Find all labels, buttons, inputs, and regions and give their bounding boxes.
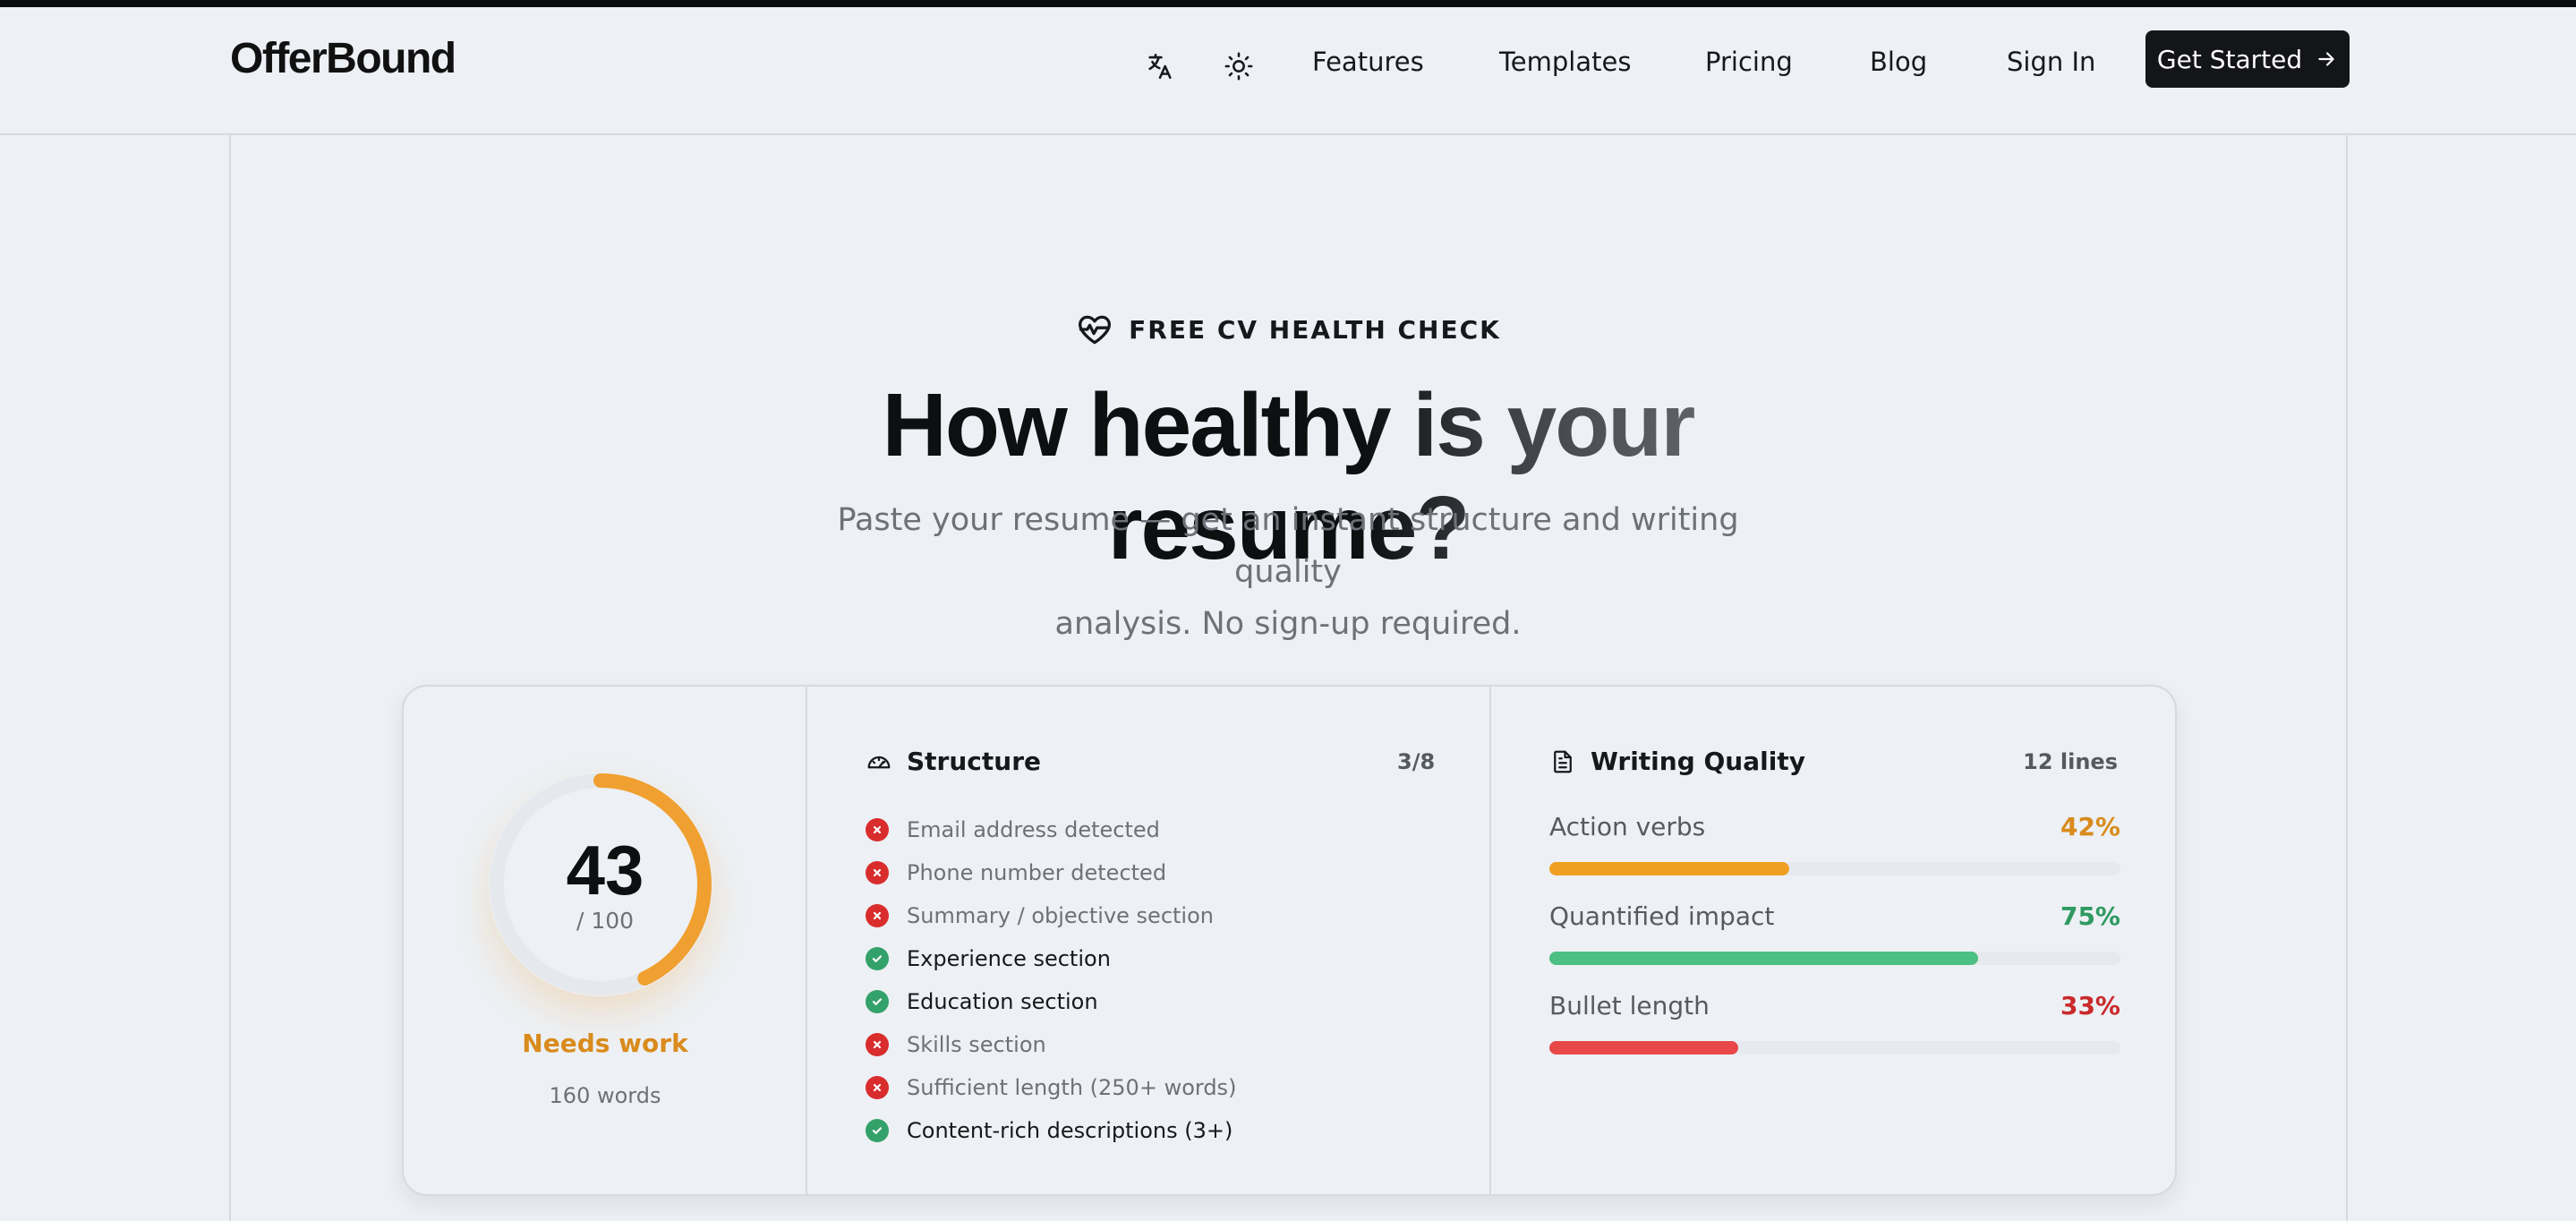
check-icon: [866, 1119, 889, 1142]
structure-check-item: Experience section: [866, 937, 1236, 980]
metric-value: 33%: [2060, 991, 2120, 1020]
metric-value: 42%: [2060, 812, 2120, 841]
hero-subtitle-line2: analysis. No sign-up required.: [1054, 606, 1522, 642]
structure-title: Structure: [907, 747, 1042, 776]
x-icon: [866, 904, 889, 927]
structure-check-label: Skills section: [907, 1032, 1046, 1057]
structure-check-label: Sufficient length (250+ words): [907, 1075, 1237, 1100]
hero-eyebrow: FREE CV HEALTH CHECK: [0, 310, 2576, 349]
structure-checklist: Email address detected Phone number detec…: [866, 808, 1236, 1152]
structure-check-item: Skills section: [866, 1023, 1236, 1066]
column-divider: [1489, 687, 1491, 1194]
arrow-right-icon: [2318, 52, 2334, 66]
metric-fill: [1549, 952, 1978, 965]
cv-health-card: 43 / 100 Needs work 160 words Structure …: [402, 685, 2177, 1196]
get-started-label: Get Started: [2156, 44, 2303, 74]
nav-blog[interactable]: Blog: [1870, 47, 1927, 77]
structure-check-label: Experience section: [907, 946, 1111, 971]
structure-check-label: Content-rich descriptions (3+): [907, 1118, 1233, 1143]
score-value: 43: [566, 831, 644, 909]
structure-check-item: Phone number detected: [866, 851, 1236, 894]
check-icon: [866, 990, 889, 1013]
metric-track: [1549, 862, 2120, 875]
structure-check-item: Summary / objective section: [866, 894, 1236, 937]
site-header: OfferBound Features Templates Pricing Bl…: [0, 7, 2576, 135]
structure-check-item: Education section: [866, 980, 1236, 1023]
x-icon: [866, 1033, 889, 1056]
structure-check-label: Phone number detected: [907, 860, 1167, 885]
gauge-icon: [867, 756, 891, 768]
nav-features[interactable]: Features: [1312, 47, 1424, 77]
document-icon: [1554, 750, 1572, 773]
hero-eyebrow-text: FREE CV HEALTH CHECK: [1129, 314, 1501, 345]
heart-pulse-icon: [1079, 315, 1112, 345]
nav-templates[interactable]: Templates: [1499, 47, 1631, 77]
translate-icon[interactable]: [1135, 41, 1185, 91]
metric-track: [1549, 1041, 2120, 1054]
x-icon: [866, 818, 889, 841]
hero-subtitle-line1: Paste your resume — get an instant struc…: [837, 502, 1739, 590]
structure-check-item: Content-rich descriptions (3+): [866, 1109, 1236, 1152]
metric-track: [1549, 952, 2120, 965]
nav-pricing[interactable]: Pricing: [1705, 47, 1793, 77]
sun-icon[interactable]: [1214, 41, 1264, 91]
score-denominator: / 100: [576, 908, 635, 934]
writing-header: Writing Quality: [1549, 747, 1805, 776]
x-icon: [866, 861, 889, 884]
get-started-button[interactable]: Get Started: [2145, 30, 2350, 88]
column-divider: [806, 687, 807, 1194]
writing-title: Writing Quality: [1591, 747, 1805, 776]
structure-check-label: Summary / objective section: [907, 903, 1214, 928]
metric-label: Action verbs: [1549, 812, 1706, 841]
logo[interactable]: OfferBound: [230, 34, 456, 83]
metric-label: Quantified impact: [1549, 901, 1775, 931]
metric-value: 75%: [2060, 901, 2120, 931]
frame-left-border: [229, 135, 231, 1221]
x-icon: [866, 1076, 889, 1099]
structure-check-label: Email address detected: [907, 817, 1160, 842]
word-count: 160 words: [549, 1083, 661, 1108]
metric-fill: [1549, 1041, 1738, 1054]
score-label: Needs work: [522, 1029, 688, 1058]
metric-label: Bullet length: [1549, 991, 1710, 1020]
metric-fill: [1549, 862, 1789, 875]
frame-right-border: [2346, 135, 2348, 1221]
structure-header: Structure: [866, 747, 1041, 776]
hero-subtitle: Paste your resume — get an instant struc…: [796, 494, 1780, 650]
check-icon: [866, 947, 889, 970]
structure-count: 3/8: [1397, 749, 1436, 774]
structure-check-item: Sufficient length (250+ words): [866, 1066, 1236, 1109]
nav-sign-in[interactable]: Sign In: [2007, 47, 2095, 77]
structure-check-label: Education section: [907, 989, 1098, 1014]
top-accent-strip: [0, 0, 2576, 7]
writing-lines: 12 lines: [2023, 749, 2118, 774]
structure-check-item: Email address detected: [866, 808, 1236, 851]
